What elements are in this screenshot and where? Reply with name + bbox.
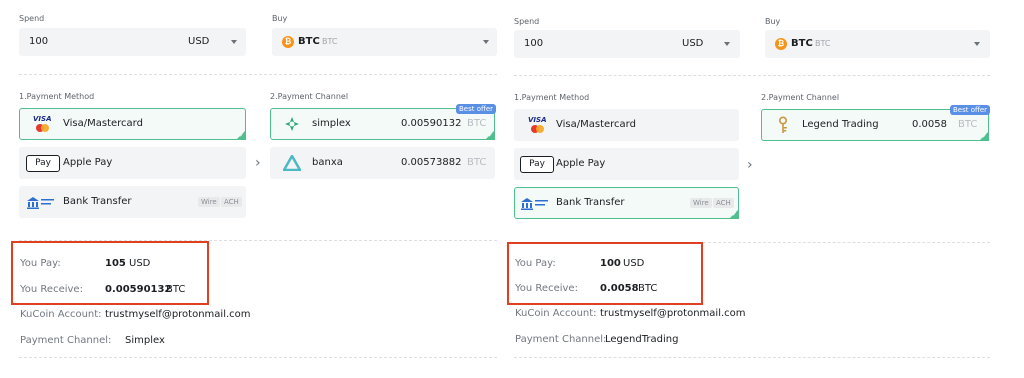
- divider: [514, 357, 990, 358]
- highlight-box: [507, 242, 703, 305]
- channel-legend-amount: 0.0058: [912, 119, 947, 130]
- payment-channel-summary-label: Payment Channel:: [20, 335, 112, 346]
- you-receive-currency: BTC: [638, 283, 658, 294]
- bank-transfer-icon: [521, 198, 548, 210]
- buy-label: Buy: [272, 14, 288, 23]
- spend-currency-select[interactable]: USD: [188, 36, 209, 47]
- method-bank-label: Bank Transfer: [63, 196, 132, 207]
- you-receive-value: 0.00590132: [105, 284, 172, 295]
- spend-amount: 100: [524, 38, 544, 49]
- spend-label: Spend: [514, 17, 540, 26]
- best-offer-badge: Best offer: [455, 104, 496, 114]
- buy-symbol: BTC: [298, 36, 320, 47]
- spend-input[interactable]: 100 USD: [514, 30, 740, 58]
- apple-pay-icon: Pay: [26, 155, 60, 172]
- right-panel: Spend 100 USD Buy ₿ BTC BTC 1.Payment Me…: [497, 0, 994, 378]
- best-offer-badge: Best offer: [949, 105, 990, 115]
- method-visa-mastercard[interactable]: VISA Visa/Mastercard ✓: [19, 108, 246, 140]
- buy-symbol: BTC: [791, 38, 813, 49]
- method-visa-mastercard[interactable]: VISA Visa/Mastercard: [514, 109, 739, 141]
- channel-simplex-amount: 0.00590132: [401, 118, 462, 129]
- kucoin-account-value: trustmyself@protonmail.com: [600, 308, 746, 319]
- method-apple-pay[interactable]: Pay Apple Pay: [19, 147, 246, 179]
- you-pay-label: You Pay:: [515, 258, 556, 269]
- payment-method-label: 1.Payment Method: [19, 92, 95, 101]
- tag-ach: ACH: [713, 198, 734, 208]
- bank-transfer-icon: [27, 197, 54, 209]
- payment-channel-label: 2.Payment Channel: [270, 92, 349, 101]
- chevron-right-icon: ›: [747, 157, 753, 173]
- spend-label: Spend: [19, 14, 45, 23]
- method-visa-label: Visa/Mastercard: [556, 119, 636, 130]
- simplex-icon: [285, 117, 299, 131]
- payment-channel-summary-value: LegendTrading: [605, 334, 679, 345]
- channel-legend-currency: BTC: [958, 119, 978, 130]
- spend-input[interactable]: 100 USD: [19, 28, 246, 56]
- you-pay-label: You Pay:: [20, 258, 61, 269]
- chevron-down-icon[interactable]: [724, 42, 730, 46]
- spend-amount: 100: [29, 36, 49, 47]
- method-apple-pay[interactable]: Pay Apple Pay: [514, 148, 739, 180]
- payment-channel-summary-label: Payment Channel:: [515, 334, 607, 345]
- buy-sub: BTC: [322, 37, 338, 46]
- payment-channel-summary-value: Simplex: [125, 335, 165, 346]
- chevron-down-icon[interactable]: [483, 40, 489, 44]
- you-receive-currency: BTC: [166, 284, 186, 295]
- method-bank-transfer[interactable]: Bank Transfer Wire ACH ✓: [514, 187, 739, 219]
- you-pay-value: 100: [600, 258, 621, 269]
- highlight-box: [11, 241, 209, 305]
- divider: [514, 75, 990, 76]
- method-apple-label: Apple Pay: [556, 158, 606, 169]
- channel-simplex-label: simplex: [312, 118, 351, 129]
- you-pay-value: 105: [105, 258, 126, 269]
- tag-wire: Wire: [198, 197, 220, 207]
- left-panel: Spend 100 USD Buy ₿ BTC BTC 1.Payment Me…: [0, 0, 497, 378]
- method-apple-label: Apple Pay: [63, 157, 113, 168]
- you-pay-currency: USD: [623, 258, 645, 269]
- method-bank-transfer[interactable]: Bank Transfer Wire ACH: [19, 186, 246, 218]
- visa-mastercard-icon: VISA: [33, 115, 53, 133]
- kucoin-account-label: KuCoin Account:: [515, 308, 597, 319]
- visa-mastercard-icon: VISA: [528, 116, 548, 134]
- kucoin-account-label: KuCoin Account:: [20, 309, 102, 320]
- btc-coin-icon: ₿: [775, 38, 787, 50]
- channel-banxa-amount: 0.00573882: [401, 157, 462, 168]
- buy-label: Buy: [765, 17, 781, 26]
- payment-method-label: 1.Payment Method: [514, 93, 590, 102]
- channel-legend-trading[interactable]: Best offer Legend Trading 0.0058 BTC ✓: [761, 105, 990, 141]
- tag-wire: Wire: [690, 198, 712, 208]
- kucoin-account-value: trustmyself@protonmail.com: [105, 309, 251, 320]
- you-pay-currency: USD: [129, 258, 151, 269]
- method-visa-label: Visa/Mastercard: [63, 118, 143, 129]
- you-receive-value: 0.0058: [600, 283, 639, 294]
- you-receive-label: You Receive:: [515, 283, 578, 294]
- divider: [19, 357, 497, 358]
- banxa-icon: [283, 155, 301, 171]
- chevron-down-icon[interactable]: [231, 40, 237, 44]
- channel-simplex-currency: BTC: [467, 118, 487, 129]
- payment-channel-label: 2.Payment Channel: [761, 93, 840, 102]
- you-receive-label: You Receive:: [20, 284, 83, 295]
- apple-pay-icon: Pay: [520, 156, 554, 173]
- chevron-right-icon: ›: [255, 155, 261, 171]
- channel-banxa-label: banxa: [312, 157, 343, 168]
- channel-simplex[interactable]: Best offer simplex 0.00590132 BTC ✓: [270, 104, 496, 140]
- divider: [19, 74, 497, 75]
- channel-banxa[interactable]: banxa 0.00573882 BTC: [270, 147, 495, 179]
- chevron-down-icon[interactable]: [974, 42, 980, 46]
- btc-coin-icon: ₿: [282, 36, 294, 48]
- method-bank-label: Bank Transfer: [556, 197, 625, 208]
- channel-banxa-currency: BTC: [467, 157, 487, 168]
- spend-currency-select[interactable]: USD: [682, 38, 703, 49]
- buy-sub: BTC: [815, 39, 831, 48]
- tag-ach: ACH: [221, 197, 242, 207]
- buy-currency-select[interactable]: ₿ BTC BTC: [272, 28, 497, 56]
- legend-trading-key-icon: [778, 116, 788, 133]
- buy-currency-select[interactable]: ₿ BTC BTC: [765, 30, 990, 58]
- channel-legend-label: Legend Trading: [802, 119, 879, 130]
